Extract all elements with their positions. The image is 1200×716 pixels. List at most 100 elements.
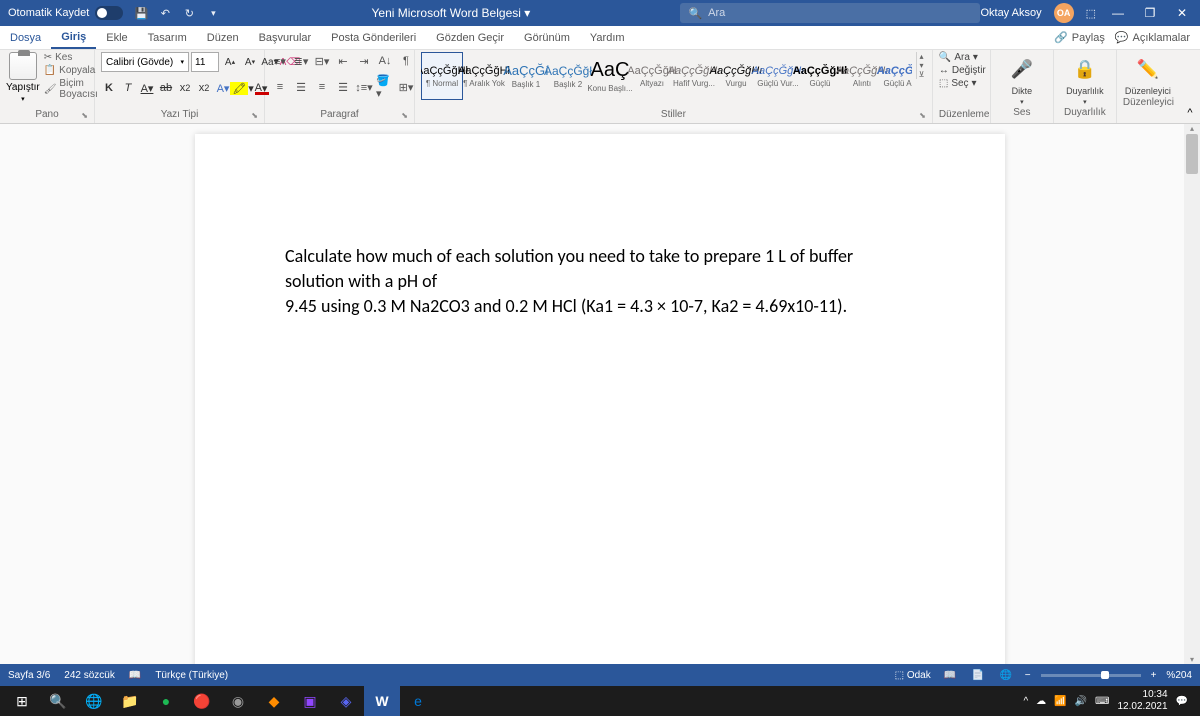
highlight-button[interactable]: 🖍▾ bbox=[234, 79, 250, 97]
toggle-switch-icon[interactable] bbox=[95, 6, 123, 20]
zoom-slider[interactable] bbox=[1041, 674, 1141, 677]
zoom-out-button[interactable]: − bbox=[1025, 670, 1031, 681]
select-button[interactable]: ⬚Seç ▾ bbox=[939, 78, 986, 89]
start-button[interactable]: ⊞ bbox=[4, 686, 40, 716]
tray-chevron-icon[interactable]: ^ bbox=[1023, 696, 1028, 707]
zoom-in-button[interactable]: + bbox=[1151, 670, 1157, 681]
style-item-s-emph[interactable]: AaÇçĞğHıVurgu bbox=[715, 52, 757, 100]
subscript-button[interactable]: x2 bbox=[177, 79, 193, 97]
paste-button[interactable]: Yapıştır ▾ bbox=[6, 52, 40, 103]
twitch-icon[interactable]: ▣ bbox=[292, 686, 328, 716]
spell-check-icon[interactable]: 📖 bbox=[129, 670, 141, 681]
word-icon[interactable]: W bbox=[364, 686, 400, 716]
decrease-indent-button[interactable]: ⇤ bbox=[334, 52, 352, 70]
save-icon[interactable]: 💾 bbox=[133, 5, 149, 21]
print-layout-icon[interactable]: 📄 bbox=[969, 667, 987, 683]
styles-more-arrow[interactable]: ⊻ bbox=[917, 70, 926, 79]
shading-button[interactable]: 🪣▾ bbox=[376, 78, 394, 96]
show-marks-button[interactable]: ¶ bbox=[397, 52, 415, 70]
explorer-icon[interactable]: 📁 bbox=[112, 686, 148, 716]
redo-icon[interactable]: ↻ bbox=[181, 5, 197, 21]
discord-icon[interactable]: ◈ bbox=[328, 686, 364, 716]
spotify-icon[interactable]: ● bbox=[148, 686, 184, 716]
close-button[interactable]: ✕ bbox=[1172, 6, 1192, 20]
volume-icon[interactable]: 🔊 bbox=[1075, 696, 1087, 707]
search-taskbar-icon[interactable]: 🔍 bbox=[40, 686, 76, 716]
tab-mailings[interactable]: Posta Gönderileri bbox=[321, 26, 426, 49]
tab-home[interactable]: Giriş bbox=[51, 26, 96, 49]
align-right-button[interactable]: ≡ bbox=[313, 78, 331, 96]
qat-dropdown-icon[interactable]: ▾ bbox=[205, 5, 221, 21]
document-text[interactable]: Calculate how much of each solution you … bbox=[285, 244, 915, 320]
style-item-s-intquote[interactable]: AaÇçĞğHıGüçlü Alıntı bbox=[883, 52, 912, 100]
font-launcher[interactable]: ⬊ bbox=[251, 111, 258, 120]
user-avatar[interactable]: OA bbox=[1054, 3, 1074, 23]
increase-indent-button[interactable]: ⇥ bbox=[355, 52, 373, 70]
styles-down-arrow[interactable]: ▾ bbox=[917, 61, 926, 70]
search-box[interactable]: 🔍 Ara bbox=[680, 3, 980, 23]
style-item-s-h2[interactable]: AaÇçĞğłBaşlık 2 bbox=[547, 52, 589, 100]
justify-button[interactable]: ☰ bbox=[334, 78, 352, 96]
scrollbar-thumb[interactable] bbox=[1186, 134, 1198, 174]
network-icon[interactable]: 📶 bbox=[1054, 696, 1066, 707]
styles-up-arrow[interactable]: ▴ bbox=[917, 52, 926, 61]
find-button[interactable]: 🔍Ara ▾ bbox=[939, 52, 986, 63]
clipboard-launcher[interactable]: ⬊ bbox=[81, 111, 88, 120]
style-item-s-subtitle[interactable]: AaÇçĞğHAltyazı bbox=[631, 52, 673, 100]
sensitivity-button[interactable]: 🔒 Duyarlılık▾ bbox=[1060, 52, 1110, 106]
style-item-s-title[interactable]: AaÇKonu Başlı... bbox=[589, 52, 631, 100]
borders-button[interactable]: ⊞▾ bbox=[397, 78, 415, 96]
underline-button[interactable]: A▾ bbox=[139, 79, 155, 97]
align-center-button[interactable]: ☰ bbox=[292, 78, 310, 96]
page-indicator[interactable]: Sayfa 3/6 bbox=[8, 670, 50, 681]
tab-file[interactable]: Dosya bbox=[0, 26, 51, 49]
paragraph-launcher[interactable]: ⬊ bbox=[401, 111, 408, 120]
collapse-ribbon-button[interactable]: ^ bbox=[1180, 50, 1200, 123]
page[interactable]: Calculate how much of each solution you … bbox=[195, 134, 1005, 664]
bullets-button[interactable]: ≡▾ bbox=[271, 52, 289, 70]
ribbon-display-icon[interactable]: ⬚ bbox=[1086, 7, 1096, 20]
cut-button[interactable]: ✂Kes bbox=[44, 52, 98, 63]
keyboard-icon[interactable]: ⌨ bbox=[1095, 696, 1109, 707]
tab-help[interactable]: Yardım bbox=[580, 26, 635, 49]
line-spacing-button[interactable]: ↕≡▾ bbox=[355, 78, 373, 96]
format-painter-button[interactable]: 🖌Biçim Boyacısı bbox=[44, 78, 98, 100]
app-icon[interactable]: ◆ bbox=[256, 686, 292, 716]
replace-button[interactable]: ↔Değiştir bbox=[939, 65, 986, 76]
multilevel-button[interactable]: ⊟▾ bbox=[313, 52, 331, 70]
style-item-s-strong[interactable]: AaÇçĞğHłGüçlü bbox=[799, 52, 841, 100]
comments-button[interactable]: 💬 Açıklamalar bbox=[1115, 31, 1190, 44]
clock[interactable]: 10:34 12.02.2021 bbox=[1117, 689, 1167, 713]
browser-icon[interactable]: e bbox=[400, 686, 436, 716]
style-item-s-nospace[interactable]: AaÇçĞğHł¶ Aralık Yok bbox=[463, 52, 505, 100]
styles-gallery[interactable]: AaÇçĞğHł¶ NormalAaÇçĞğHł¶ Aralık YokAaÇç… bbox=[421, 52, 912, 100]
vertical-scrollbar[interactable]: ▴ ▾ bbox=[1184, 124, 1200, 664]
shrink-font-button[interactable]: A▾ bbox=[241, 52, 259, 72]
style-item-s-subtle[interactable]: AaÇçĞğHıHafif Vurg... bbox=[673, 52, 715, 100]
dictate-button[interactable]: 🎤 Dikte▾ bbox=[997, 52, 1047, 106]
minimize-button[interactable]: — bbox=[1108, 6, 1128, 20]
copy-button[interactable]: 📋Kopyala bbox=[44, 65, 98, 76]
tab-review[interactable]: Gözden Geçir bbox=[426, 26, 514, 49]
zoom-level[interactable]: %204 bbox=[1166, 670, 1192, 681]
styles-launcher[interactable]: ⬊ bbox=[919, 111, 926, 120]
maximize-button[interactable]: ❐ bbox=[1140, 6, 1160, 20]
text-effects-button[interactable]: A▾ bbox=[215, 79, 231, 97]
focus-mode-button[interactable]: ⬚ Odak bbox=[895, 670, 931, 681]
bold-button[interactable]: K bbox=[101, 79, 117, 97]
tab-layout[interactable]: Düzen bbox=[197, 26, 249, 49]
font-name-dropdown[interactable]: Calibri (Gövde)▾ bbox=[101, 52, 189, 72]
web-layout-icon[interactable]: 🌐 bbox=[997, 667, 1015, 683]
style-item-s-h1[interactable]: AaÇçĞíBaşlık 1 bbox=[505, 52, 547, 100]
undo-icon[interactable]: ↶ bbox=[157, 5, 173, 21]
tab-references[interactable]: Başvurular bbox=[249, 26, 322, 49]
edge-icon[interactable]: 🌐 bbox=[76, 686, 112, 716]
read-mode-icon[interactable]: 📖 bbox=[941, 667, 959, 683]
onedrive-icon[interactable]: ☁ bbox=[1036, 696, 1046, 707]
autosave-toggle[interactable]: Otomatik Kaydet bbox=[8, 6, 123, 20]
font-size-dropdown[interactable]: 11 bbox=[191, 52, 219, 72]
strikethrough-button[interactable]: ab bbox=[158, 79, 174, 97]
superscript-button[interactable]: x2 bbox=[196, 79, 212, 97]
sort-button[interactable]: A↓ bbox=[376, 52, 394, 70]
style-item-s-normal[interactable]: AaÇçĞğHł¶ Normal bbox=[421, 52, 463, 100]
